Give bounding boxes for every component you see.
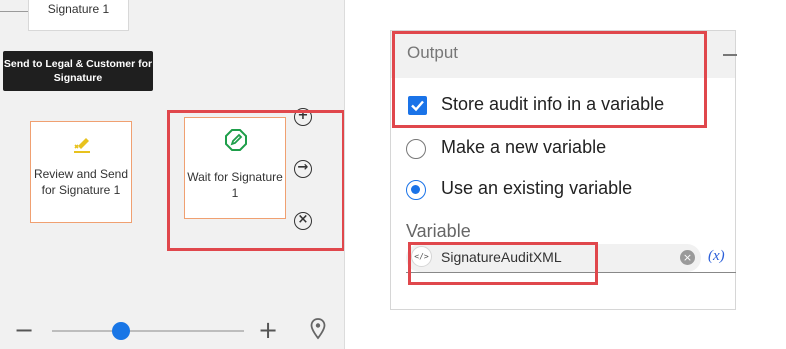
workflow-card-signature[interactable]: Signature 1 [28,0,129,31]
zoom-out-button[interactable]: − [14,318,34,342]
pen-green-icon [225,129,247,151]
arrow-right-icon[interactable]: → [294,160,312,178]
close-icon[interactable]: × [294,212,312,230]
variable-value[interactable]: SignatureAuditXML [441,249,562,265]
pen-yellow-icon [74,138,90,153]
add-icon[interactable]: + [294,108,312,126]
collapse-icon[interactable] [723,54,737,56]
checkmark-icon [411,100,424,112]
output-section-header[interactable]: Output [391,31,737,78]
properties-panel: Output [345,0,786,349]
clear-icon[interactable]: × [680,250,695,265]
use-existing-variable-radio[interactable] [406,180,426,200]
make-new-variable-label[interactable]: Make a new variable [441,137,606,158]
workflow-card-label: Review and Send for Signature 1 [33,167,129,197]
connector-line [0,11,28,12]
store-audit-label[interactable]: Store audit info in a variable [441,94,664,115]
store-audit-checkbox[interactable] [408,96,427,115]
workflow-canvas: Signature 1 Send to Legal & Customer for… [0,0,345,349]
workflow-card-wait[interactable]: Wait for Signature 1 [184,117,286,219]
variable-underline [406,272,736,273]
workflow-card-label: Wait for Signature 1 [187,170,283,200]
section-title: Output [407,43,459,62]
location-pin-icon[interactable] [310,318,326,340]
zoom-slider-handle[interactable] [112,322,130,340]
workflow-card-label: Signature 1 [47,2,110,16]
expression-icon[interactable]: (x) [708,248,725,265]
zoom-slider-track[interactable] [52,330,244,332]
radio-selected-dot [411,185,420,194]
workflow-card-review[interactable]: Review and Send for Signature 1 [30,121,132,223]
step-tooltip: Send to Legal & Customer for Signature [3,51,153,91]
make-new-variable-radio[interactable] [406,139,426,159]
variable-field-label: Variable [406,221,471,241]
code-icon: </> [411,246,432,267]
use-existing-variable-label[interactable]: Use an existing variable [441,178,632,199]
zoom-in-button[interactable]: + [258,318,278,342]
